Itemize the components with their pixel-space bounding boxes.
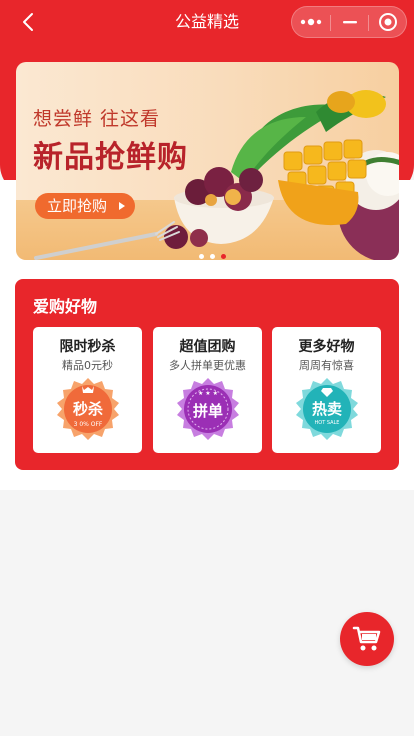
badge-small-text: HOT SALE [315,420,340,426]
group-buy-card[interactable]: 超值团购 多人拼单更优惠 ★ ★ ★ 拼单 [153,327,262,453]
card-subtitle: 多人拼单更优惠 [169,359,246,372]
section-title: 爱购好物 [33,297,98,316]
badge-small-text: 3 0% OFF [74,421,103,428]
hot-sale-badge-icon: 热卖 HOT SALE [296,378,358,440]
minimize-icon [343,21,357,24]
carousel-dot[interactable] [199,254,204,259]
card-subtitle: 周周有惊喜 [299,359,354,372]
carousel-dot-active[interactable] [221,254,226,259]
more-dots-icon [300,18,322,26]
badge-text: 拼单 [193,402,223,420]
flash-sale-card[interactable]: 限时秒杀 精品0元秒 秒杀 3 0% OFF [33,327,142,453]
card-title: 限时秒杀 [59,339,116,355]
stars-icon: ★ ★ ★ [198,390,218,397]
card-subtitle: 精品0元秒 [62,359,113,372]
group-buy-badge-icon: ★ ★ ★ 拼单 [177,378,239,440]
buy-now-label: 立即抢购 [47,197,108,215]
more-goods-card[interactable]: 更多好物 周周有惊喜 热卖 HOT SALE [272,327,381,453]
minimize-button[interactable] [331,7,369,37]
carousel-indicator [199,244,232,260]
close-button[interactable] [369,7,407,37]
play-arrow-icon [119,202,126,210]
more-button[interactable] [292,7,330,37]
flash-sale-badge-icon: 秒杀 3 0% OFF [57,378,119,440]
target-circle-icon [379,13,397,31]
featured-goods-panel: 爱购好物 限时秒杀 精品0元秒 秒杀 3 0% OFF 超值团购 多人拼单更优惠… [15,279,399,470]
badge-text: 热卖 [312,400,342,418]
shopping-cart-icon [352,626,381,651]
cart-button[interactable] [340,612,394,666]
card-title: 更多好物 [298,339,355,355]
promo-banner[interactable]: 想尝鲜 往这看 新品抢鲜购 立即抢购 [16,62,399,260]
nav-bar: 公益精选 [0,0,414,44]
mini-program-capsule [291,6,407,38]
card-title: 超值团购 [179,339,236,355]
buy-now-button[interactable]: 立即抢购 [35,193,136,219]
banner-headline: 新品抢鲜购 [33,140,188,175]
carousel-dot[interactable] [210,254,215,259]
badge-text: 秒杀 [73,400,103,418]
banner-subtitle: 想尝鲜 往这看 [33,108,161,130]
